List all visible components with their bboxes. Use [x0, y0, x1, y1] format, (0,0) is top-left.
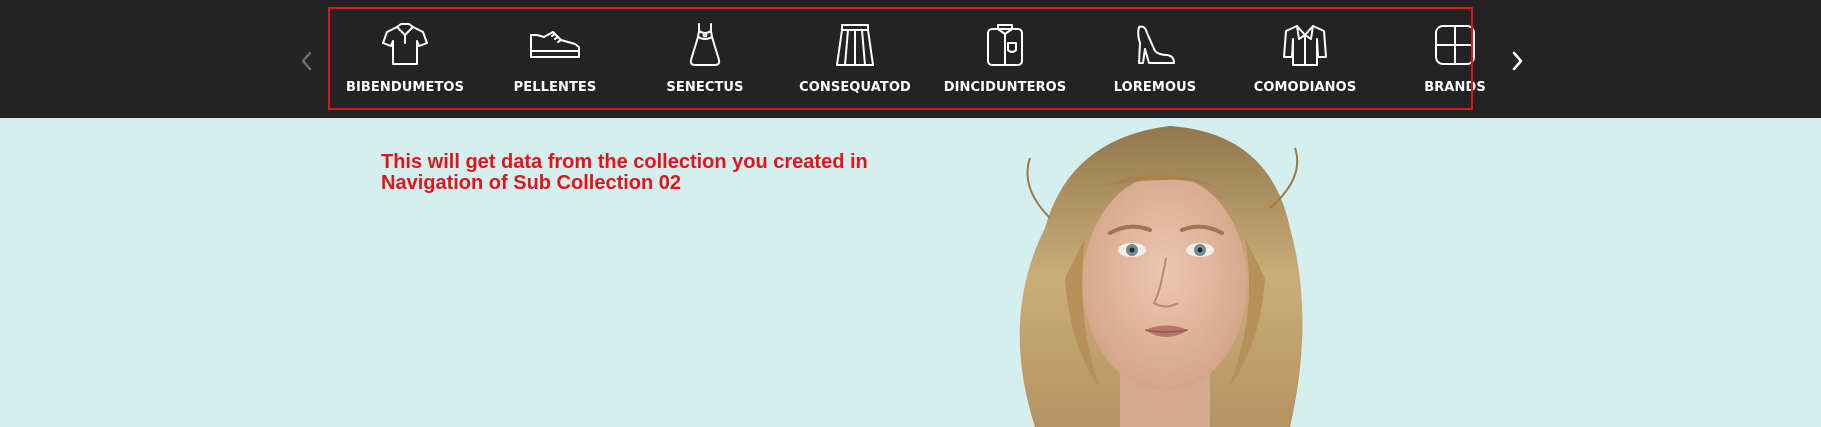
hero-banner[interactable]: This will get data from the collection y…	[0, 118, 1821, 427]
carousel-next-button[interactable]	[1504, 43, 1532, 79]
highlight-outline	[328, 7, 1473, 110]
model-portrait-image	[1019, 126, 1303, 427]
category-bar: BIBENDUMETOS PELLENTES SENECTUS CONSEQUA…	[0, 0, 1821, 118]
admin-note: This will get data from the collection y…	[381, 152, 941, 194]
chevron-right-icon	[1512, 51, 1523, 71]
carousel-prev-button[interactable]	[292, 43, 320, 79]
admin-note-line-1: This will get data from the collection y…	[381, 151, 868, 173]
admin-note-line-2: Navigation of Sub Collection 02	[381, 172, 682, 194]
chevron-left-icon	[301, 51, 312, 71]
